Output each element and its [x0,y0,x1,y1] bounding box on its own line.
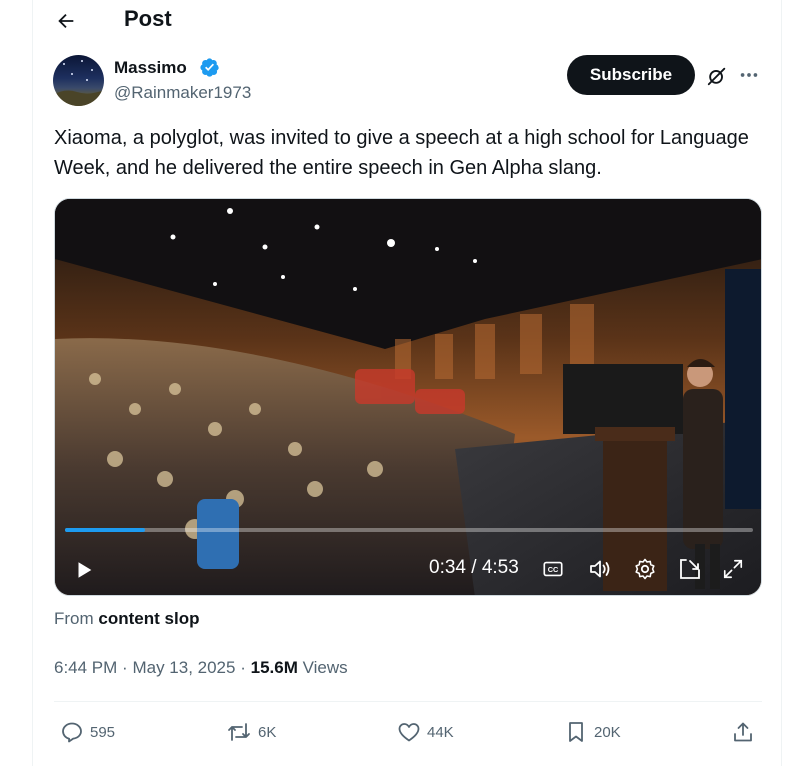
like-button[interactable]: 44K [397,718,454,746]
post-header: Post [33,0,783,42]
video-timecode: 0:34 / 4:53 [429,557,519,578]
settings-button[interactable] [630,554,660,584]
views-label: Views [302,658,348,677]
arrow-left-icon [58,13,74,29]
page-title: Post [124,6,172,31]
avatar[interactable] [53,55,104,106]
meta-separator: · [122,658,128,677]
share-button[interactable] [731,718,755,746]
action-bar: 595 6K 44K 20K [54,703,762,760]
expand-icon [723,559,743,579]
share-icon [734,722,752,742]
author-name[interactable]: Massimo [114,58,187,78]
subscribe-button[interactable]: Subscribe [567,55,695,95]
like-count: 44K [427,723,454,741]
reply-icon [62,722,82,743]
gear-icon [635,558,655,580]
repost-icon [228,723,250,741]
author-handle[interactable]: @Rainmaker1973 [114,83,251,103]
video-player[interactable]: 0:34 / 4:53 CC [54,198,762,596]
meta-separator: · [240,658,246,677]
grok-button[interactable] [703,63,731,89]
bookmark-icon [569,722,583,742]
views-count[interactable]: 15.6M [251,658,298,677]
media-source: From content slop [54,609,199,629]
play-button[interactable] [69,555,99,585]
video-controls: 0:34 / 4:53 CC [55,199,761,595]
repost-count: 6K [258,723,277,741]
bookmark-button[interactable]: 20K [564,718,621,746]
play-icon [78,562,92,578]
minimize-icon [680,559,700,579]
post-meta: 6:44 PM · May 13, 2025 · 15.6M Views [54,658,348,678]
source-link[interactable]: content slop [98,609,199,628]
video-progress-bar[interactable] [65,528,753,532]
repost-button[interactable]: 6K [226,718,276,746]
reply-button[interactable]: 595 [60,718,115,746]
reply-count: 595 [90,723,116,741]
divider [54,701,762,702]
heart-icon [398,723,420,742]
post-column: Post Massimo @Rainmaker1973 Subscribe Xi… [32,0,782,766]
captions-icon: CC [543,561,563,577]
more-horizontal-icon [740,73,758,77]
source-prefix: From [54,609,94,628]
volume-icon [590,560,610,578]
post-time[interactable]: 6:44 PM [54,658,117,677]
svg-text:CC: CC [548,565,559,574]
more-options-button[interactable] [735,62,763,88]
back-button[interactable] [51,6,81,36]
volume-button[interactable] [585,554,615,584]
captions-button[interactable]: CC [539,555,567,583]
post-date[interactable]: May 13, 2025 [132,658,235,677]
picture-in-picture-button[interactable] [675,554,705,584]
fullscreen-button[interactable] [718,554,748,584]
grok-icon [707,67,726,86]
tweet-text: Xiaoma, a polyglot, was invited to give … [54,127,749,179]
bookmark-count: 20K [594,723,621,741]
verified-badge-icon [200,58,219,77]
